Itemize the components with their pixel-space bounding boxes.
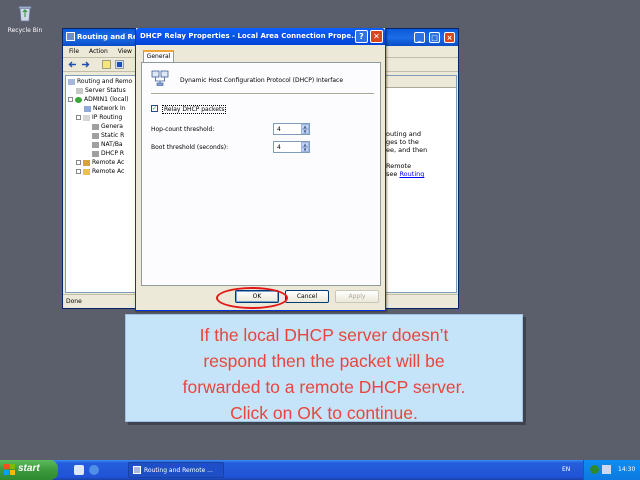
general-tab-panel: Dynamic Host Configuration Protocol (DHC…: [141, 62, 381, 286]
hop-count-spinner[interactable]: 4 ▲ ▼: [273, 123, 310, 135]
hop-count-value: 4: [277, 126, 281, 133]
spin-down-icon[interactable]: ▼: [301, 129, 309, 134]
tree-item-network-interfaces[interactable]: Network In: [84, 105, 126, 112]
dhcp-relay-properties-dialog[interactable]: DHCP Relay Properties - Local Area Conne…: [135, 28, 386, 311]
tree-item-server-status[interactable]: Server Status: [76, 87, 126, 94]
boot-threshold-label: Boot threshold (seconds):: [151, 144, 229, 151]
forward-arrow-icon[interactable]: [81, 60, 90, 69]
mmc-tree-pane[interactable]: Routing and Remo Server Status ADMIN1 (l…: [65, 75, 137, 293]
tree-item-static-routes[interactable]: Static R: [92, 132, 124, 139]
relay-dhcp-label[interactable]: Relay DHCP packets: [162, 105, 227, 114]
back-arrow-icon[interactable]: [68, 60, 77, 69]
routing-help-link[interactable]: Routing: [399, 170, 424, 178]
mmc-details-pane: outing and ges to the ee, and then Remot…: [385, 75, 457, 293]
network-tray-icon[interactable]: [590, 465, 599, 474]
up-folder-icon[interactable]: [102, 60, 111, 69]
ok-highlight-ring: [216, 287, 288, 309]
relay-dhcp-checkbox[interactable]: ✓: [151, 105, 158, 112]
boot-threshold-value: 4: [277, 144, 281, 151]
dialog-title: DHCP Relay Properties - Local Area Conne…: [140, 32, 360, 40]
tree-item-admin1[interactable]: ADMIN1 (local): [68, 96, 129, 103]
language-indicator[interactable]: EN: [562, 466, 570, 473]
tree-item-ip-routing[interactable]: IP Routing: [76, 114, 122, 121]
cancel-button[interactable]: Cancel: [285, 290, 329, 303]
maximize-icon[interactable]: □: [429, 32, 440, 43]
details-text: outing and ges to the ee, and then Remot…: [386, 130, 428, 178]
menu-action[interactable]: Action: [89, 48, 108, 55]
menu-file[interactable]: File: [69, 48, 79, 55]
boot-threshold-spinner[interactable]: 4 ▲ ▼: [273, 141, 310, 153]
tree-item-remote-access-logging[interactable]: Remote Ac: [76, 168, 124, 175]
recycle-bin-label: Recycle Bin: [7, 27, 43, 34]
internet-explorer-icon[interactable]: [89, 465, 99, 475]
callout-text: If the local DHCP server doesn’t respond…: [182, 325, 466, 423]
spin-down-icon[interactable]: ▼: [301, 147, 309, 152]
tree-item-dhcp-relay[interactable]: DHCP R: [92, 150, 124, 157]
tree-item-nat[interactable]: NAT/Ba: [92, 141, 123, 148]
tree-item-routing[interactable]: Routing and Remo: [68, 78, 132, 85]
mmc-task-icon: [133, 466, 141, 474]
tab-general[interactable]: General: [143, 50, 174, 62]
divider: [151, 93, 374, 95]
taskbar: start Routing and Remote ... EN 14:30: [0, 460, 640, 480]
system-tray: 14:30: [583, 460, 640, 480]
recycle-bin-shortcut[interactable]: Recycle Bin: [4, 4, 46, 34]
tree-item-general[interactable]: Genera: [92, 123, 123, 130]
recycle-bin-icon: [18, 6, 32, 22]
help-icon[interactable]: ?: [355, 30, 368, 43]
volume-tray-icon[interactable]: [602, 465, 611, 474]
show-tree-icon[interactable]: [115, 60, 124, 69]
clock: 14:30: [618, 466, 636, 473]
tutorial-callout: If the local DHCP server doesn’t respond…: [125, 314, 523, 423]
status-text: Done: [66, 298, 82, 305]
menu-view[interactable]: View: [118, 48, 132, 55]
dialog-titlebar[interactable]: DHCP Relay Properties - Local Area Conne…: [136, 28, 385, 45]
hop-count-label: Hop-count threshold:: [151, 126, 215, 133]
start-label: start: [18, 463, 40, 474]
interface-name: Dynamic Host Configuration Protocol (DHC…: [180, 77, 344, 84]
mmc-app-icon: [66, 32, 75, 41]
start-button[interactable]: start: [0, 460, 58, 480]
minimize-icon[interactable]: _: [414, 32, 425, 43]
taskbar-routing-remote-access[interactable]: Routing and Remote ...: [128, 462, 224, 478]
network-interface-icon: [151, 70, 169, 86]
apply-button[interactable]: Apply: [335, 290, 379, 303]
details-header: [386, 76, 456, 88]
dialog-close-icon[interactable]: ✕: [370, 30, 383, 43]
show-desktop-icon[interactable]: [74, 465, 84, 475]
close-icon[interactable]: ×: [444, 32, 455, 43]
tree-item-remote-access-policies[interactable]: Remote Ac: [76, 159, 124, 166]
windows-flag-icon: [4, 464, 15, 475]
